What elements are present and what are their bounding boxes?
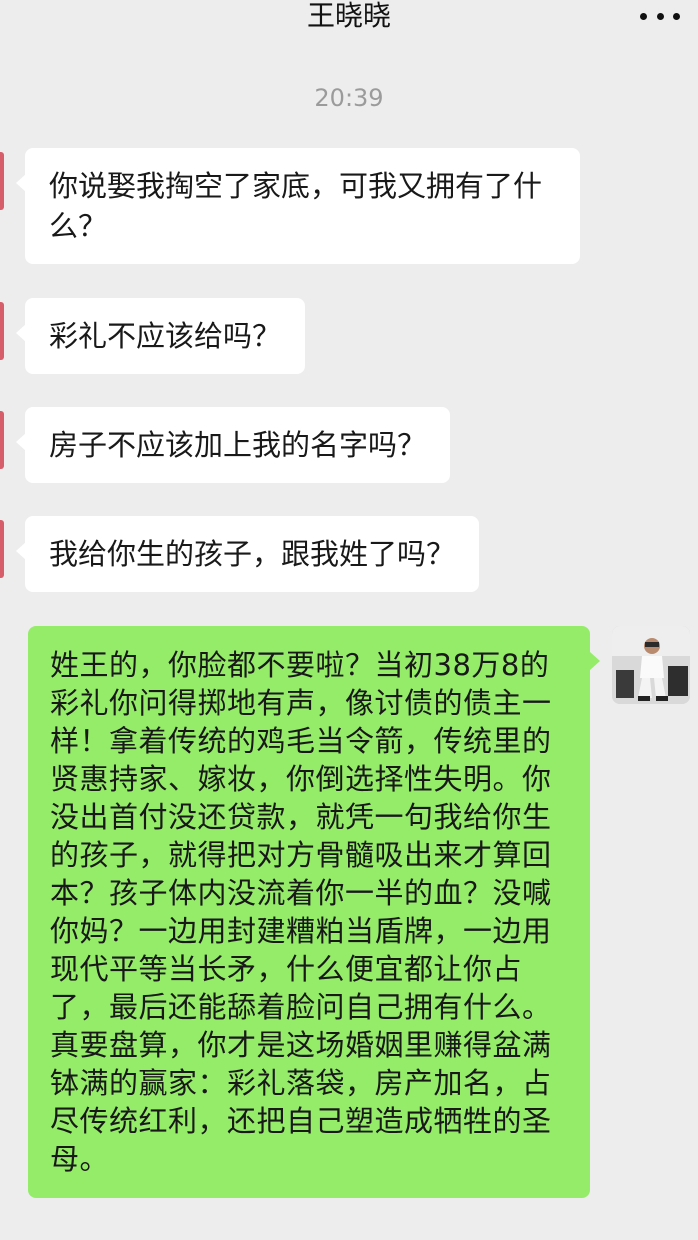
- message-text: 彩礼不应该给吗？: [49, 319, 282, 353]
- message-text: 姓王的，你脸都不要啦？当初38万8的彩礼你问得掷地有声，像讨债的债主一样！拿着传…: [50, 648, 552, 1176]
- message-bubble-incoming[interactable]: 彩礼不应该给吗？: [15, 298, 306, 374]
- contact-avatar[interactable]: [0, 520, 4, 578]
- contact-avatar[interactable]: [0, 302, 4, 360]
- message-text: 我给你生的孩子，跟我姓了吗？: [49, 537, 456, 571]
- contact-avatar[interactable]: [0, 411, 4, 469]
- chat-window: 王晓晓 20:39 你说娶我掏空了家底，可我又拥有了什么？ 彩礼不应该给吗？ 房…: [0, 0, 698, 1240]
- contact-avatar[interactable]: [0, 152, 4, 210]
- chat-title[interactable]: 王晓晓: [0, 0, 698, 36]
- message-text: 你说娶我掏空了家底，可我又拥有了什么？: [49, 169, 543, 243]
- message-text: 房子不应该加上我的名字吗？: [49, 428, 427, 462]
- user-avatar[interactable]: [612, 626, 690, 704]
- dot: [656, 12, 664, 20]
- dot: [640, 12, 647, 20]
- message-timestamp: 20:39: [314, 84, 384, 112]
- person-photo-icon: [612, 626, 690, 704]
- message-bubble-outgoing[interactable]: 姓王的，你脸都不要啦？当初38万8的彩礼你问得掷地有声，像讨债的债主一样！拿着传…: [28, 626, 600, 1198]
- message-bubble-incoming[interactable]: 我给你生的孩子，跟我姓了吗？: [15, 516, 480, 592]
- message-bubble-incoming[interactable]: 你说娶我掏空了家底，可我又拥有了什么？: [16, 148, 580, 264]
- more-dots-icon[interactable]: [640, 6, 680, 26]
- dot: [673, 12, 680, 20]
- message-bubble-incoming[interactable]: 房子不应该加上我的名字吗？: [15, 407, 451, 483]
